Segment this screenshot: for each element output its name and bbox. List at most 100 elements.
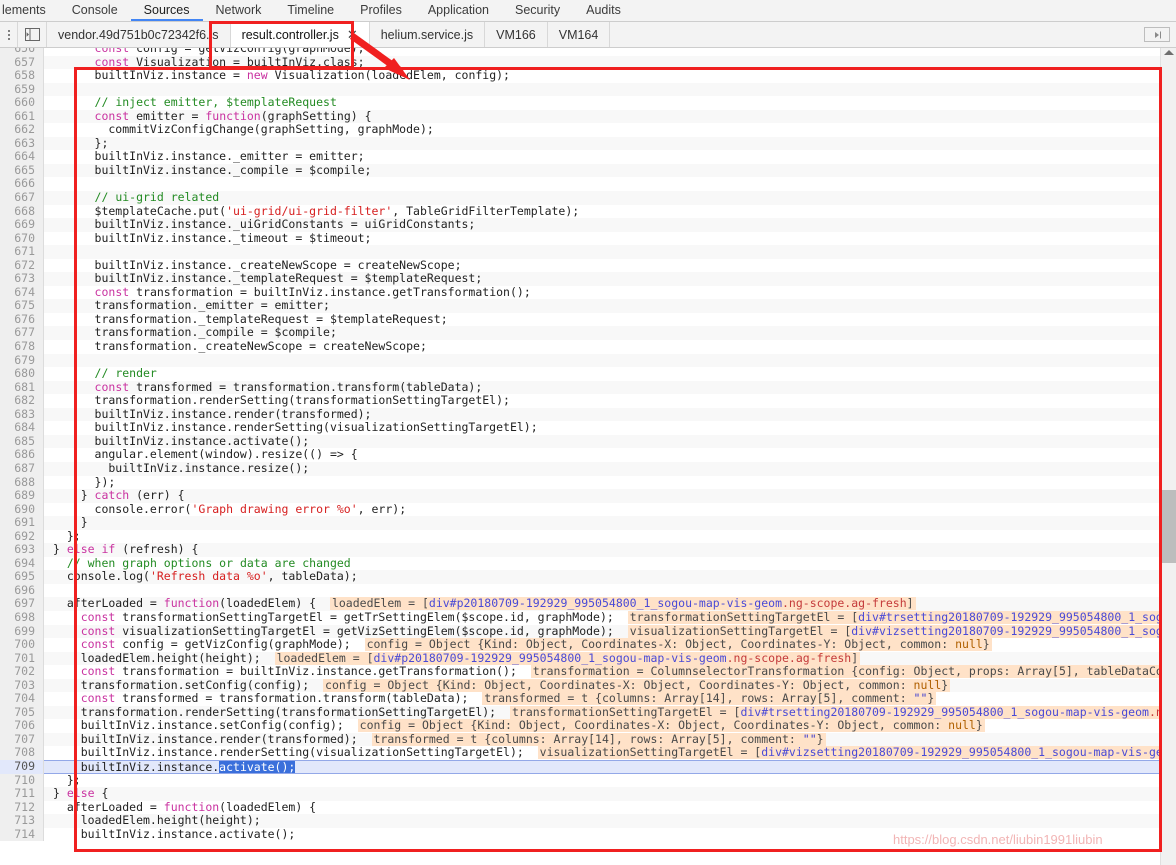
more-options-icon[interactable]	[0, 22, 18, 47]
code-line[interactable]: 691 }	[0, 516, 1176, 530]
line-content[interactable]: builtInViz.instance.renderSetting(visual…	[44, 421, 1176, 435]
code-line[interactable]: 696	[0, 583, 1176, 598]
line-number[interactable]: 698	[0, 610, 44, 625]
file-tab-result-controller-js[interactable]: result.controller.js ✕	[230, 22, 370, 47]
code-line[interactable]: 657 const Visualization = builtInViz.cla…	[0, 55, 1176, 70]
code-line[interactable]: 662 commitVizConfigChange(graphSetting, …	[0, 123, 1176, 137]
line-number[interactable]: 703	[0, 678, 44, 693]
code-line[interactable]: 678 transformation._createNewScope = cre…	[0, 339, 1176, 354]
code-line[interactable]: 663 };	[0, 136, 1176, 151]
line-content[interactable]: const Visualization = builtInViz.class;	[44, 55, 1176, 70]
line-content[interactable]: commitVizConfigChange(graphSetting, grap…	[44, 123, 1176, 137]
line-number[interactable]: 669	[0, 218, 44, 232]
line-content[interactable]: });	[44, 476, 1176, 490]
code-line[interactable]: 692 };	[0, 529, 1176, 544]
line-content[interactable]: loadedElem.height(height);	[44, 814, 1176, 828]
line-number[interactable]: 711	[0, 787, 44, 801]
line-content[interactable]: const visualizationSettingTargetEl = get…	[44, 624, 1176, 639]
code-line[interactable]: 710 };	[0, 773, 1176, 788]
line-content[interactable]: builtInViz.instance._templateRequest = $…	[44, 272, 1176, 286]
line-number[interactable]: 663	[0, 136, 44, 151]
panel-tab-application[interactable]: Application	[415, 0, 502, 21]
line-number[interactable]: 673	[0, 272, 44, 286]
code-line[interactable]: 690 console.error('Graph drawing error %…	[0, 502, 1176, 517]
line-number[interactable]: 702	[0, 665, 44, 679]
line-number[interactable]: 664	[0, 150, 44, 164]
scroll-up-arrow-icon[interactable]	[1164, 50, 1174, 55]
line-number[interactable]: 699	[0, 624, 44, 639]
line-number[interactable]: 675	[0, 299, 44, 313]
line-content[interactable]: builtInViz.instance.activate();	[44, 828, 1176, 842]
code-line[interactable]: 713 loadedElem.height(height);	[0, 814, 1176, 828]
line-content[interactable]: builtInViz.instance.resize();	[44, 461, 1176, 476]
line-content[interactable]: } catch (err) {	[44, 489, 1176, 503]
code-line[interactable]: 708 builtInViz.instance.renderSetting(vi…	[0, 746, 1176, 760]
code-line[interactable]: 712 afterLoaded = function(loadedElem) {	[0, 800, 1176, 815]
line-content[interactable]: transformation._compile = $compile;	[44, 326, 1176, 341]
line-content[interactable]: // when graph options or data are change…	[44, 557, 1176, 571]
line-content[interactable]: transformation._emitter = emitter;	[44, 299, 1176, 313]
code-line[interactable]: 680 // render	[0, 367, 1176, 381]
file-tab-helium-service-js[interactable]: helium.service.js	[370, 22, 486, 47]
line-content[interactable]: builtInViz.instance._emitter = emitter;	[44, 150, 1176, 164]
line-content[interactable]: const transformation = builtInViz.instan…	[44, 665, 1176, 679]
line-content[interactable]: transformation.setConfig(config); config…	[44, 678, 1176, 693]
line-content[interactable]: };	[44, 774, 1176, 788]
code-line[interactable]: 676 transformation._templateRequest = $t…	[0, 312, 1176, 327]
line-number[interactable]: 692	[0, 529, 44, 544]
code-line[interactable]: 656 const config = getVizConfig(graphMod…	[0, 48, 1176, 56]
line-content[interactable]: transformation.renderSetting(transformat…	[44, 705, 1176, 720]
panel-tab-security[interactable]: Security	[502, 0, 573, 21]
code-line[interactable]: 682 transformation.renderSetting(transfo…	[0, 394, 1176, 408]
line-number[interactable]: 670	[0, 231, 44, 246]
code-line[interactable]: 671	[0, 245, 1176, 259]
line-number[interactable]: 685	[0, 434, 44, 449]
code-line[interactable]: 660 // inject emitter, $templateRequest	[0, 96, 1176, 110]
line-number[interactable]: 677	[0, 326, 44, 341]
code-line[interactable]: 687 builtInViz.instance.resize();	[0, 461, 1176, 476]
line-content[interactable]: console.log('Refresh data %o', tableData…	[44, 570, 1176, 584]
line-number[interactable]: 710	[0, 773, 44, 788]
line-content[interactable]: builtInViz.instance._compile = $compile;	[44, 163, 1176, 178]
line-number[interactable]: 681	[0, 380, 44, 395]
line-content[interactable]: transformation._createNewScope = createN…	[44, 340, 1176, 354]
code-line[interactable]: 707 builtInViz.instance.render(transform…	[0, 732, 1176, 747]
line-content[interactable]: const config = getVizConfig(graphMode);	[44, 48, 1176, 56]
line-number[interactable]: 679	[0, 353, 44, 368]
line-number[interactable]: 668	[0, 204, 44, 219]
line-number[interactable]: 676	[0, 312, 44, 327]
line-content[interactable]: builtInViz.instance.setConfig(config); c…	[44, 719, 1176, 733]
scrollbar-thumb[interactable]	[1162, 490, 1176, 563]
line-content[interactable]: builtInViz.instance = new Visualization(…	[44, 69, 1176, 83]
line-content[interactable]: transformation._templateRequest = $templ…	[44, 313, 1176, 327]
code-line[interactable]: 701 loadedElem.height(height); loadedEle…	[0, 651, 1176, 666]
code-line[interactable]: 681 const transformed = transformation.t…	[0, 380, 1176, 395]
line-content[interactable]: angular.element(window).resize(() => {	[44, 448, 1176, 462]
line-number[interactable]: 709	[0, 759, 44, 774]
line-number[interactable]: 680	[0, 367, 44, 381]
line-number[interactable]: 659	[0, 82, 44, 97]
line-number[interactable]: 705	[0, 705, 44, 720]
code-line[interactable]: 695 console.log('Refresh data %o', table…	[0, 570, 1176, 584]
line-content[interactable]: console.error('Graph drawing error %o', …	[44, 503, 1176, 517]
line-number[interactable]: 678	[0, 339, 44, 354]
line-content[interactable]: builtInViz.instance._createNewScope = cr…	[44, 259, 1176, 273]
code-line[interactable]: 670 builtInViz.instance._timeout = $time…	[0, 231, 1176, 246]
line-content[interactable]: } else if (refresh) {	[44, 543, 1176, 557]
tab-scroll-right-icon[interactable]	[1144, 27, 1170, 42]
line-number[interactable]: 683	[0, 407, 44, 422]
line-number[interactable]: 713	[0, 814, 44, 828]
line-number[interactable]: 665	[0, 163, 44, 178]
code-line[interactable]: 683 builtInViz.instance.render(transform…	[0, 407, 1176, 422]
toggle-navigator-icon[interactable]	[18, 22, 47, 47]
line-content[interactable]	[44, 353, 1176, 368]
line-number[interactable]: 662	[0, 123, 44, 137]
code-line[interactable]: 684 builtInViz.instance.renderSetting(vi…	[0, 421, 1176, 435]
line-number[interactable]: 661	[0, 109, 44, 124]
line-number[interactable]: 690	[0, 502, 44, 517]
panel-tab-lements[interactable]: lements	[0, 0, 59, 21]
line-content[interactable]	[44, 177, 1176, 191]
line-number[interactable]: 704	[0, 692, 44, 706]
line-content[interactable]: };	[44, 530, 1176, 544]
code-line[interactable]: 659	[0, 82, 1176, 97]
